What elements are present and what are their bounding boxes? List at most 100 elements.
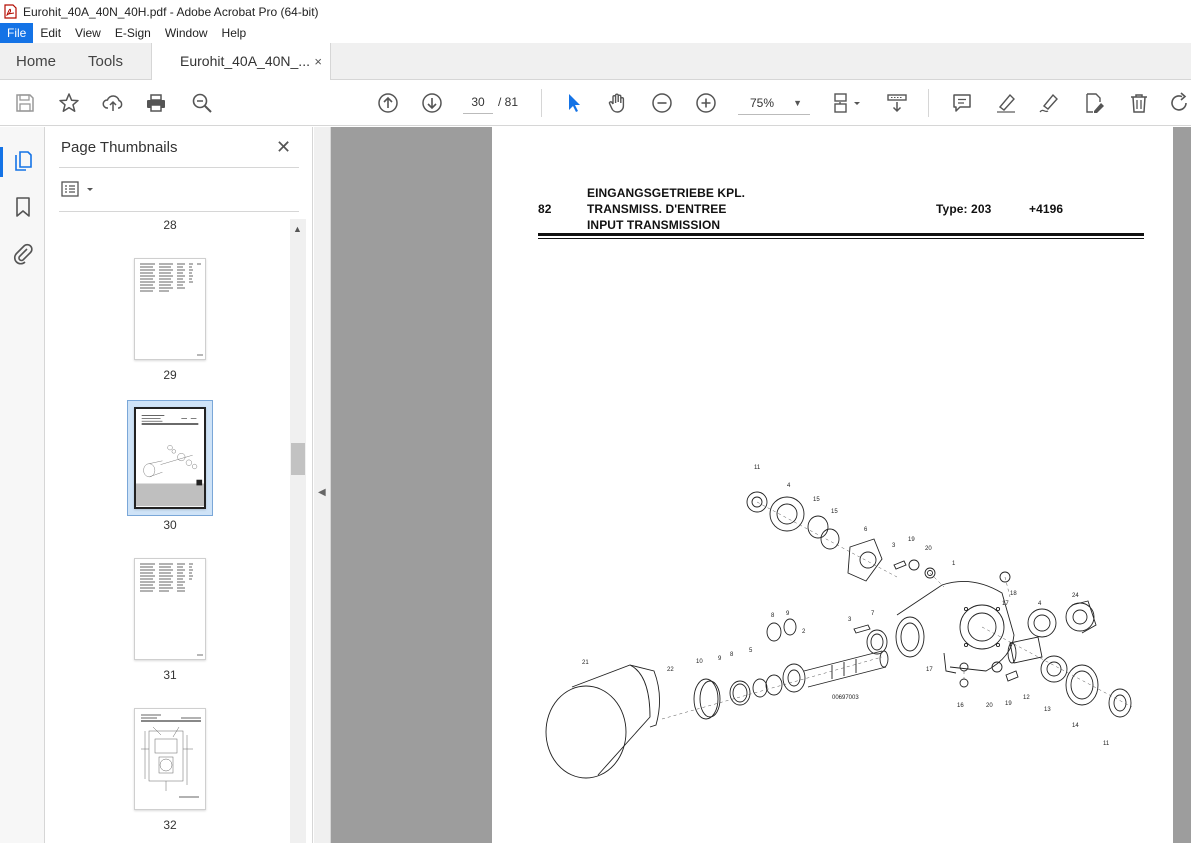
bookmarks-icon[interactable] — [11, 195, 35, 219]
type-label: Type: 203 — [936, 202, 992, 216]
tab-bar: Home Tools Eurohit_40A_40N_... × — [0, 43, 1191, 81]
callout-number: 15 — [813, 497, 820, 503]
callout-number: 24 — [1072, 593, 1079, 599]
tab-document[interactable]: Eurohit_40A_40N_... × — [151, 43, 331, 81]
highlight-pen-icon[interactable] — [994, 91, 1018, 115]
callout-number: 8 — [771, 613, 775, 619]
pdf-page: 82 EINGANGSGETRIEBE KPL. TRANSMISS. D'EN… — [492, 127, 1173, 843]
cloud-upload-icon[interactable] — [101, 91, 125, 115]
thumbnail-text-list-icon — [140, 263, 203, 356]
scroll-mode-icon[interactable] — [885, 91, 909, 115]
pto-shield-part — [545, 685, 627, 779]
header-rule-thin — [538, 238, 1144, 239]
close-panel-icon[interactable]: ✕ — [276, 137, 291, 158]
zoom-in-icon[interactable] — [694, 91, 718, 115]
thumbnail-options-icon[interactable] — [61, 181, 95, 199]
thumbnail-drawing-icon — [136, 415, 204, 507]
thumbnails-scrollbar[interactable]: ▲ — [290, 219, 306, 843]
rotate-icon[interactable] — [1168, 91, 1191, 115]
exploded-parts-drawing: 11 4 15 15 6 3 19 20 1 17 18 4 24 9 8 7 … — [545, 465, 1133, 779]
chevron-down-icon: ▼ — [793, 98, 802, 108]
callout-number: 2 — [802, 629, 806, 635]
print-icon[interactable] — [144, 91, 168, 115]
thumbnail-page-29[interactable] — [134, 258, 206, 360]
callout-number: 16 — [957, 703, 964, 709]
next-page-icon[interactable] — [420, 91, 444, 115]
page-total-count: / 81 — [498, 95, 519, 109]
save-icon[interactable] — [13, 91, 37, 115]
attachments-paperclip-icon[interactable] — [11, 241, 35, 265]
callout-number: 18 — [1010, 591, 1017, 597]
callout-number: 19 — [1005, 701, 1012, 707]
scrollbar-thumb[interactable] — [291, 443, 305, 475]
callout-number: 22 — [667, 667, 674, 673]
panel-collapse-handle[interactable]: ◀ — [314, 127, 331, 843]
callout-number: 8 — [730, 652, 734, 658]
draw-sign-icon[interactable] — [1037, 91, 1061, 115]
zoom-search-icon[interactable] — [190, 91, 214, 115]
delete-trash-icon[interactable] — [1127, 91, 1151, 115]
callout-number: 13 — [1044, 707, 1051, 713]
callout-number: 12 — [1023, 695, 1030, 701]
zoom-level-value: 75% — [750, 96, 775, 110]
window-title: Eurohit_40A_40N_40H.pdf - Adobe Acrobat … — [23, 4, 319, 19]
menu-esign[interactable]: E-Sign — [108, 23, 158, 43]
callout-number: 21 — [582, 660, 589, 666]
edit-pdf-icon[interactable] — [1082, 91, 1106, 115]
thumbnail-label: 31 — [163, 668, 177, 682]
thumbnail-label: 29 — [163, 368, 177, 382]
document-tab-label: Eurohit_40A_40N_... — [180, 53, 310, 69]
chevron-down-icon[interactable] — [852, 91, 862, 115]
thumbnail-label: 32 — [163, 818, 177, 832]
menu-edit[interactable]: Edit — [33, 23, 68, 43]
menu-window[interactable]: Window — [158, 23, 215, 43]
page-number-input[interactable] — [463, 90, 493, 114]
thumbnail-label: 28 — [163, 218, 177, 232]
select-cursor-icon[interactable] — [562, 91, 586, 115]
heading-french: TRANSMISS. D'ENTREE — [587, 202, 727, 216]
zoom-out-icon[interactable] — [650, 91, 674, 115]
heading-english: INPUT TRANSMISSION — [587, 218, 721, 232]
callout-number: 11 — [1103, 741, 1110, 747]
callout-number: 17 — [1002, 601, 1009, 607]
menu-file[interactable]: File — [0, 23, 34, 43]
thumbnail-page-31[interactable] — [134, 558, 206, 660]
tab-home[interactable]: Home — [16, 43, 56, 80]
callout-number: 11 — [754, 465, 761, 471]
scroll-up-arrow-icon[interactable]: ▲ — [293, 224, 302, 234]
callout-number: 20 — [986, 703, 993, 709]
page-thumbnails-icon[interactable] — [11, 148, 35, 172]
previous-page-icon[interactable] — [376, 91, 400, 115]
comment-icon[interactable] — [950, 91, 974, 115]
rail-active-indicator — [0, 147, 3, 177]
star-bookmark-icon[interactable] — [57, 91, 81, 115]
close-tab-icon[interactable]: × — [314, 43, 322, 80]
thumbnail-drawing-icon — [141, 714, 201, 798]
tab-tools[interactable]: Tools — [88, 43, 123, 80]
page-number: 82 — [538, 202, 552, 216]
document-viewport[interactable]: 82 EINGANGSGETRIEBE KPL. TRANSMISS. D'EN… — [331, 127, 1191, 843]
panel-divider — [59, 211, 299, 212]
zoom-level-select[interactable]: 75% ▼ — [738, 91, 810, 115]
callout-number: 4 — [1038, 601, 1042, 607]
menu-view[interactable]: View — [68, 23, 108, 43]
serial-label: +4196 — [1029, 202, 1064, 216]
callout-number: 9 — [786, 611, 790, 617]
callout-number: 17 — [926, 667, 933, 673]
menu-bar: File Edit View E-Sign Window Help — [0, 23, 1191, 43]
heading-german: EINGANGSGETRIEBE KPL. — [587, 186, 746, 200]
collapse-left-arrow-icon[interactable]: ◀ — [318, 487, 326, 498]
callout-number: 10 — [696, 659, 703, 665]
thumbnail-page-30[interactable] — [134, 407, 206, 509]
callout-number: 15 — [831, 509, 838, 515]
thumbnail-text-list-icon — [140, 563, 203, 656]
callout-number: 7 — [871, 611, 875, 617]
toolbar-divider — [541, 89, 542, 117]
thumbnail-page-32[interactable] — [134, 708, 206, 810]
callout-number: 4 — [787, 483, 791, 489]
hand-pan-icon[interactable] — [606, 91, 630, 115]
callout-number: 6 — [864, 527, 868, 533]
panel-divider — [59, 167, 299, 168]
menu-help[interactable]: Help — [215, 23, 254, 43]
page-thumbnails-panel: Page Thumbnails ✕ ▲ 28 29 30 31 32 — [45, 127, 313, 843]
